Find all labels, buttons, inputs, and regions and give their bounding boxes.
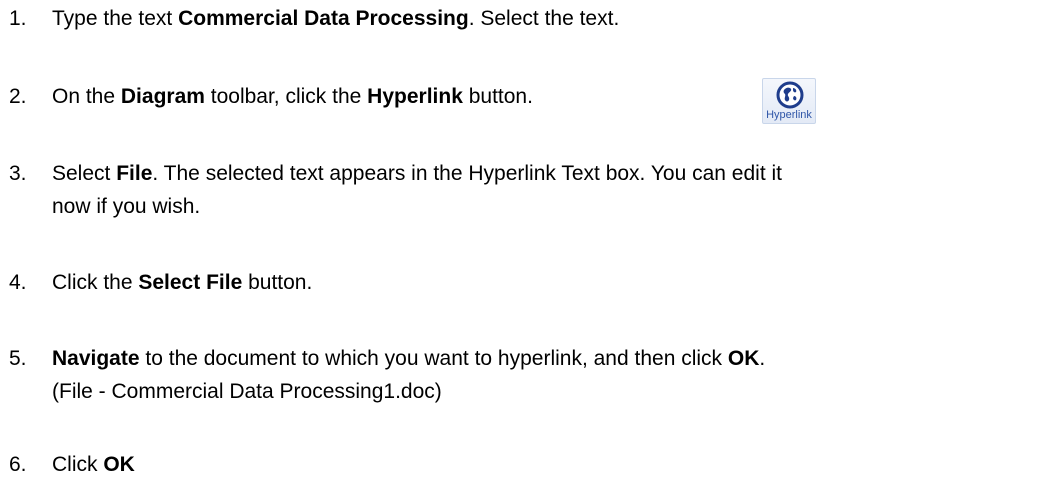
step-number: 5. bbox=[9, 347, 27, 370]
step-number: 1. bbox=[9, 7, 27, 30]
bold-term: Select File bbox=[138, 271, 243, 294]
step-3: 3. Select File. The selected text appear… bbox=[9, 157, 782, 223]
bold-term: OK bbox=[727, 347, 760, 370]
bold-term: Commercial Data Processing bbox=[178, 7, 469, 30]
bold-term: File bbox=[116, 162, 153, 185]
step-number: 3. bbox=[9, 162, 27, 185]
step-text: Navigate to the document to which you wa… bbox=[52, 347, 766, 403]
step-text: On the Diagram toolbar, click the Hyperl… bbox=[52, 85, 533, 108]
bold-term: OK bbox=[103, 453, 135, 476]
hyperlink-button[interactable]: Hyperlink bbox=[762, 78, 816, 124]
step-4: 4. Click the Select File button. bbox=[9, 266, 312, 299]
step-number: 4. bbox=[9, 271, 27, 294]
step-number: 6. bbox=[9, 453, 27, 476]
step-1: 1. Type the text Commercial Data Process… bbox=[9, 2, 619, 35]
step-text: Click the Select File button. bbox=[52, 271, 313, 294]
step-text: Select File. The selected text appears i… bbox=[52, 162, 783, 218]
bold-term: Hyperlink bbox=[367, 85, 463, 108]
bold-term: Navigate bbox=[52, 347, 140, 370]
step-text: Click OK bbox=[52, 453, 135, 476]
step-2: 2. On the Diagram toolbar, click the Hyp… bbox=[9, 80, 533, 113]
step-5: 5. Navigate to the document to which you… bbox=[9, 342, 765, 408]
hyperlink-button-label: Hyperlink bbox=[766, 109, 812, 121]
globe-link-icon bbox=[776, 81, 804, 109]
bold-term: Diagram bbox=[120, 85, 205, 108]
step-number: 2. bbox=[9, 85, 27, 108]
step-6: 6. Click OK bbox=[9, 448, 135, 481]
step-text: Type the text Commercial Data Processing… bbox=[52, 7, 620, 30]
